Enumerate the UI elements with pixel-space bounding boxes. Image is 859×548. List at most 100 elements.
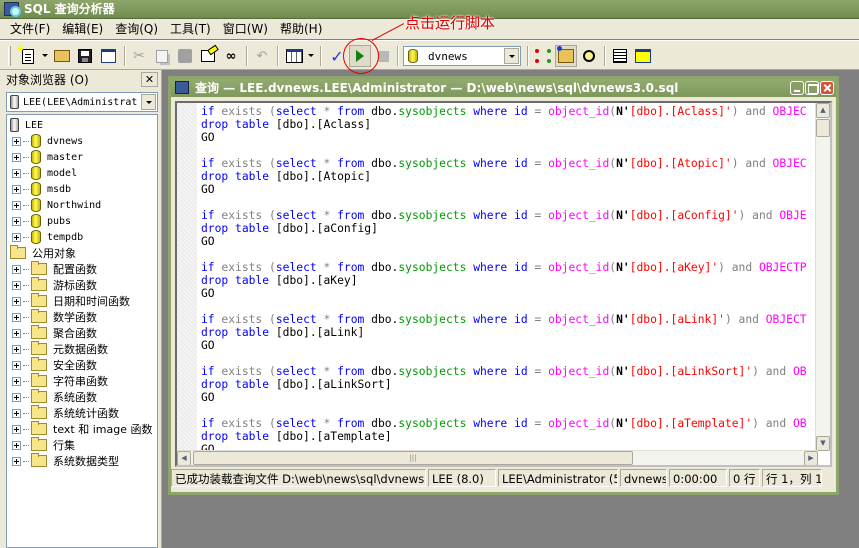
insert-template-button[interactable]: [97, 45, 119, 67]
tree-node-function-category[interactable]: 安全函数: [12, 357, 97, 373]
clear-window-button[interactable]: [197, 45, 219, 67]
scroll-left-button[interactable]: ◀: [177, 451, 191, 465]
menu-tools[interactable]: 工具(T): [164, 20, 217, 38]
tree-node-database[interactable]: dvnews: [12, 133, 83, 149]
tree-node-function-category[interactable]: 系统数据类型: [12, 453, 119, 469]
minimize-button[interactable]: [790, 81, 804, 95]
save-button[interactable]: [74, 45, 96, 67]
database-selector[interactable]: dvnews: [403, 46, 521, 66]
expand-icon[interactable]: [12, 360, 21, 370]
tree-connector: [23, 300, 29, 302]
close-button[interactable]: [820, 81, 834, 95]
query-window-title-bar[interactable]: 查询 — LEE.dvnews.LEE\Administrator — D:\w…: [171, 79, 836, 97]
results-mode-dropdown-arrow[interactable]: [308, 54, 314, 57]
show-results-pane-button[interactable]: [632, 45, 654, 67]
tree-node-function-category[interactable]: 游标函数: [12, 277, 97, 293]
menu-file[interactable]: 文件(F): [4, 20, 56, 38]
server-selector[interactable]: LEE(LEE\Administrat: [6, 92, 158, 112]
plan-icon: [535, 49, 551, 63]
object-search-button[interactable]: [578, 45, 600, 67]
code-line: GO: [201, 339, 807, 352]
toolbar-grip[interactable]: [8, 46, 11, 66]
expand-icon[interactable]: [12, 344, 21, 354]
expand-icon[interactable]: [12, 168, 21, 178]
keyword: from: [337, 157, 365, 170]
database-icon: [31, 198, 41, 212]
tree-node-database[interactable]: model: [12, 165, 77, 181]
sql-editor[interactable]: if exists (select * from dbo.sysobjects …: [175, 101, 832, 467]
tree-node-function-category[interactable]: 聚合函数: [12, 325, 97, 341]
expand-icon[interactable]: [12, 408, 21, 418]
show-execution-plan-button[interactable]: [532, 45, 554, 67]
tree-node-database[interactable]: pubs: [12, 213, 71, 229]
tree-node-database[interactable]: tempdb: [12, 229, 83, 245]
menu-window[interactable]: 窗口(W): [217, 20, 274, 38]
keyword: drop: [201, 170, 229, 183]
expand-icon[interactable]: [12, 376, 21, 386]
tree-node-function-category[interactable]: 元数据函数: [12, 341, 108, 357]
tree-node-label: 系统统计函数: [53, 407, 119, 420]
tree-node-database[interactable]: master: [12, 149, 83, 165]
tree-node-function-category[interactable]: 行集: [12, 437, 75, 453]
batch-separator: GO: [201, 339, 215, 352]
folder-icon: [10, 245, 26, 259]
open-button[interactable]: [51, 45, 73, 67]
tree-node-function-category[interactable]: 字符串函数: [12, 373, 108, 389]
tree-node-function-category[interactable]: 日期和时间函数: [12, 293, 130, 309]
database-selector-dropdown-arrow[interactable]: [504, 48, 519, 64]
new-query-button[interactable]: [17, 45, 39, 67]
cut-button[interactable]: ✂: [128, 45, 150, 67]
tree-node-database[interactable]: Northwind: [12, 197, 101, 213]
results-mode-button[interactable]: [283, 45, 305, 67]
horizontal-scroll-thumb[interactable]: |||: [193, 451, 633, 465]
expand-icon[interactable]: [12, 264, 21, 274]
expand-icon[interactable]: [12, 296, 21, 306]
expand-icon[interactable]: [12, 456, 21, 466]
expand-icon[interactable]: [12, 184, 21, 194]
tree-node-function-category[interactable]: 系统函数: [12, 389, 97, 405]
expand-icon[interactable]: [12, 152, 21, 162]
expand-icon[interactable]: [12, 424, 21, 434]
expand-icon[interactable]: [12, 216, 21, 226]
expand-icon[interactable]: [12, 392, 21, 402]
column-name: id: [514, 157, 528, 170]
expand-icon[interactable]: [12, 280, 21, 290]
menu-help[interactable]: 帮助(H): [274, 20, 328, 38]
annotation-highlight-circle: [343, 38, 379, 74]
expand-icon[interactable]: [12, 136, 21, 146]
tree-node-function-category[interactable]: 系统统计函数: [12, 405, 119, 421]
tree-node-function-category[interactable]: 数学函数: [12, 309, 97, 325]
copy-button[interactable]: [151, 45, 173, 67]
expand-icon[interactable]: [12, 328, 21, 338]
scroll-right-button[interactable]: ▶: [804, 451, 818, 465]
object-browser-close-button[interactable]: ✕: [141, 72, 158, 87]
expand-icon[interactable]: [12, 232, 21, 242]
menu-edit[interactable]: 编辑(E): [56, 20, 109, 38]
scroll-up-button[interactable]: ▲: [816, 103, 830, 118]
operator: *: [323, 365, 331, 378]
server-selector-dropdown-arrow[interactable]: [141, 94, 156, 110]
object-browser-button[interactable]: [555, 45, 577, 67]
tree-node-server[interactable]: LEE: [10, 117, 43, 133]
tree-node-function-category[interactable]: text 和 image 函数: [12, 421, 152, 437]
maximize-button[interactable]: [805, 81, 819, 95]
undo-button[interactable]: ↶: [251, 45, 273, 67]
tree-node-common-objects[interactable]: 公用对象: [10, 245, 76, 261]
expand-icon[interactable]: [12, 440, 21, 450]
vertical-scroll-thumb[interactable]: [816, 119, 830, 137]
vertical-scrollbar[interactable]: ▲ ▼: [815, 103, 830, 451]
tree-node-database[interactable]: msdb: [12, 181, 71, 197]
new-query-dropdown-arrow[interactable]: [42, 54, 48, 57]
tree-connector: [23, 284, 29, 286]
folder-icon: [31, 453, 47, 467]
expand-icon[interactable]: [12, 200, 21, 210]
expand-icon[interactable]: [12, 312, 21, 322]
menu-query[interactable]: 查询(Q): [109, 20, 164, 38]
paste-button[interactable]: [174, 45, 196, 67]
connection-properties-button[interactable]: [609, 45, 631, 67]
tree-node-function-category[interactable]: 配置函数: [12, 261, 97, 277]
horizontal-scrollbar[interactable]: ◀ ||| ▶: [177, 450, 818, 465]
scroll-down-button[interactable]: ▼: [816, 436, 830, 451]
find-button[interactable]: ∞: [220, 45, 242, 67]
